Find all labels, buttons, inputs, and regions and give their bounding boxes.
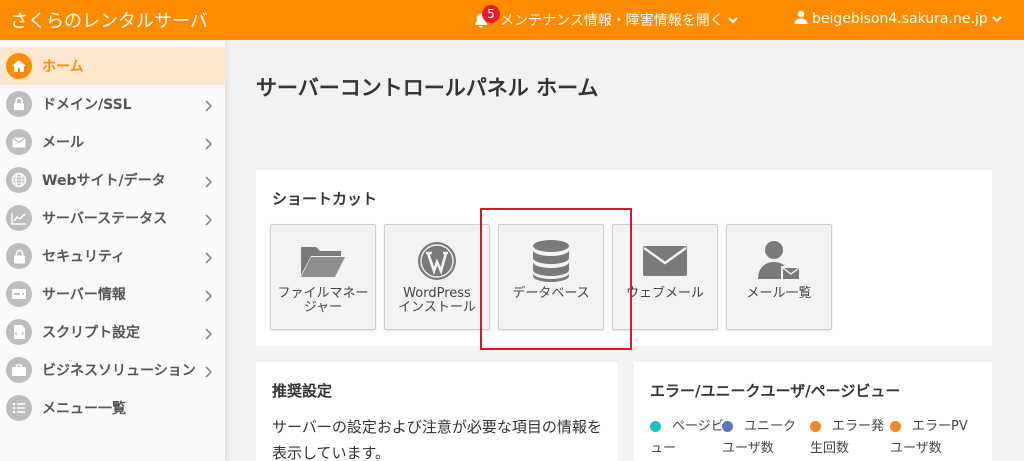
sidebar-item-label: サーバーステータス: [42, 211, 168, 227]
list-icon: [6, 395, 32, 421]
chevron-down-icon: [991, 11, 1002, 27]
tile-label: メール一覧: [746, 286, 812, 301]
sidebar-item-label: メニュー一覧: [42, 401, 126, 417]
shortcut-database[interactable]: データベース: [498, 224, 604, 330]
legend-label: ページビュー: [650, 419, 724, 456]
notification-badge: 5: [482, 5, 500, 23]
sidebar-item-script[interactable]: スクリプト設定: [0, 313, 226, 351]
chevron-right-icon: [204, 211, 213, 230]
sidebar-item-label: スクリプト設定: [42, 325, 140, 341]
account-name: beigebison4.sakura.ne.jp: [812, 11, 988, 27]
chart-icon: [6, 205, 32, 231]
sidebar-item-website[interactable]: Webサイト/データ: [0, 161, 226, 199]
chevron-right-icon: [204, 135, 213, 154]
user-mail-icon: [727, 239, 831, 283]
chevron-right-icon: [204, 249, 213, 268]
tile-label: データベース: [512, 286, 590, 301]
sidebar-item-label: セキュリティ: [42, 249, 126, 265]
lock-icon: [6, 243, 32, 269]
wordpress-icon: [385, 239, 489, 283]
database-icon: [499, 239, 603, 283]
tile-label: ウェブメール: [625, 286, 704, 301]
envelope-icon: [613, 239, 717, 283]
chevron-right-icon: [204, 363, 213, 382]
chevron-right-icon: [204, 173, 213, 192]
chevron-right-icon: [204, 97, 213, 116]
sidebar-item-label: ドメイン/SSL: [42, 97, 132, 113]
legend-label: エラー発生回数: [810, 419, 885, 456]
mail-icon: [6, 129, 32, 155]
sidebar-item-label: メール: [42, 135, 84, 151]
sidebar-item-home[interactable]: ホーム: [0, 47, 226, 85]
account-menu[interactable]: beigebison4.sakura.ne.jp: [794, 10, 1002, 28]
folder-icon: [271, 239, 375, 283]
shortcut-title: ショートカット: [272, 190, 378, 208]
sidebar-item-label: サーバー情報: [42, 287, 126, 303]
script-icon: [6, 319, 32, 345]
recommend-card: 推奨設定 サーバーの設定および注意が必要な項目の情報を表示しています。: [256, 362, 618, 461]
briefcase-icon: [6, 357, 32, 383]
tile-label: WordPress インストール: [398, 286, 476, 315]
maintenance-label: メンテナンス情報・障害情報を開く: [500, 13, 724, 29]
bell-icon: 5: [474, 5, 500, 29]
chevron-right-icon: [204, 287, 213, 306]
sidebar-item-business[interactable]: ビジネスソリューション: [0, 351, 226, 389]
top-header: さくらのレンタルサーバ 5 メンテナンス情報・障害情報を開く beigebiso…: [0, 0, 1024, 40]
chevron-right-icon: [204, 325, 213, 344]
sidebar-item-server-status[interactable]: サーバーステータス: [0, 199, 226, 237]
sidebar: ホーム ドメイン/SSL メール Webサイト/データ サーバーステータス セキ…: [0, 40, 226, 461]
home-icon: [6, 53, 32, 79]
chevron-down-icon: [728, 12, 738, 28]
sidebar-item-server-info[interactable]: サーバー情報: [0, 275, 226, 313]
sidebar-item-label: ビジネスソリューション: [42, 363, 196, 379]
stats-card: エラー/ユニークユーザ/ページビュー ページビュー ユニークユーザ数 エラー発生…: [634, 362, 992, 461]
sidebar-item-domain[interactable]: ドメイン/SSL: [0, 85, 226, 123]
shortcut-wordpress[interactable]: WordPress インストール: [384, 224, 490, 330]
server-icon: [6, 281, 32, 307]
shortcut-mail-list[interactable]: メール一覧: [726, 224, 832, 330]
sidebar-item-label: ホーム: [42, 59, 84, 75]
brand-title[interactable]: さくらのレンタルサーバ: [10, 7, 208, 33]
maintenance-info-toggle[interactable]: 5 メンテナンス情報・障害情報を開く: [474, 5, 738, 30]
sidebar-item-menu-list[interactable]: メニュー一覧: [0, 389, 226, 427]
globe-icon: [6, 167, 32, 193]
user-icon: [794, 10, 808, 28]
tile-label: ファイルマネー ジャー: [277, 286, 369, 315]
stats-title: エラー/ユニークユーザ/ページビュー: [650, 382, 901, 400]
legend-label: ユニークユーザ数: [722, 419, 797, 456]
sidebar-item-mail[interactable]: メール: [0, 123, 226, 161]
shortcut-file-manager[interactable]: ファイルマネー ジャー: [270, 224, 376, 330]
shortcut-card: ショートカット ファイルマネー ジャー WordPress インストール データ…: [256, 170, 992, 346]
sidebar-item-label: Webサイト/データ: [42, 173, 166, 189]
recommend-title: 推奨設定: [272, 382, 333, 400]
recommend-text: サーバーの設定および注意が必要な項目の情報を表示しています。: [272, 418, 602, 461]
page-title: サーバーコントロールパネル ホーム: [256, 76, 599, 100]
legend-label: エラーPVユーザ数: [890, 419, 968, 456]
sidebar-item-security[interactable]: セキュリティ: [0, 237, 226, 275]
domain-icon: [6, 91, 32, 117]
shortcut-webmail[interactable]: ウェブメール: [612, 224, 718, 330]
